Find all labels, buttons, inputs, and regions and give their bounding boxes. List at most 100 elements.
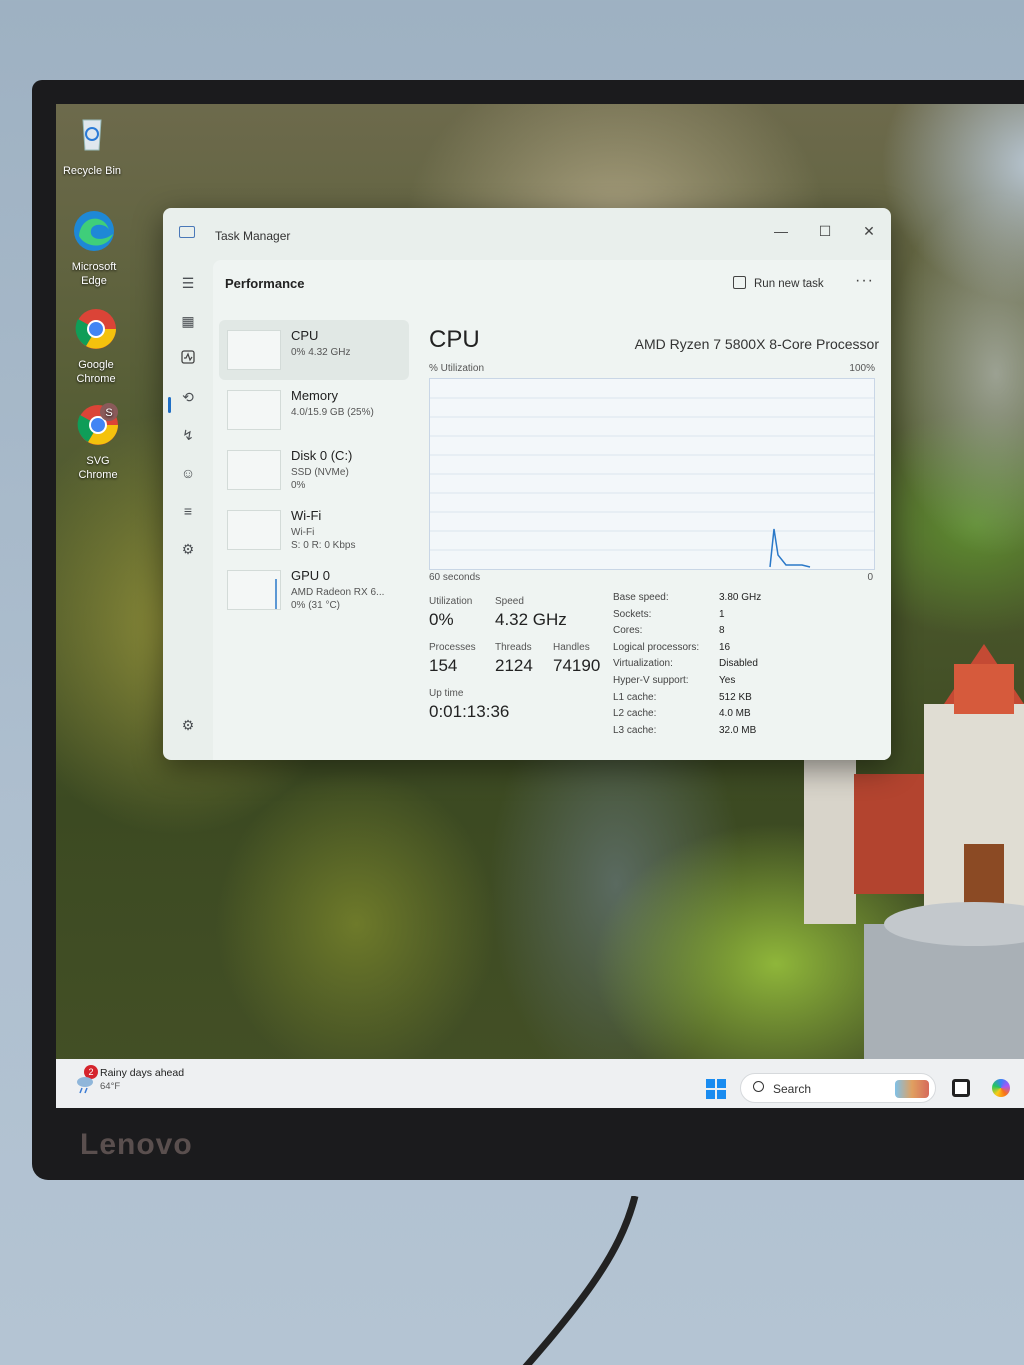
screen: Recycle Bin Microsoft Edge Google Chrome… [56, 104, 1024, 1108]
search-placeholder: Search [773, 1082, 812, 1096]
processes-value: 154 [429, 656, 458, 675]
desktop-icon-label: Microsoft Edge [71, 261, 117, 287]
device-name: Disk 0 (C:) [291, 448, 353, 463]
close-button[interactable]: ✕ [851, 218, 887, 244]
performance-panel: Performance Run new task ··· CPU 0% 4.32… [213, 260, 891, 760]
device-gpu[interactable]: GPU 0 AMD Radeon RX 6... 0% (31 °C) [219, 560, 409, 620]
spec-key: Logical processors: [613, 641, 700, 653]
device-detail: 4.0/15.9 GB (25%) [291, 407, 374, 418]
processes-label: Processes [429, 642, 476, 653]
cpu-thumbnail-graph [227, 330, 281, 370]
spec-value: 8 [719, 625, 725, 637]
start-button[interactable] [706, 1079, 726, 1099]
spec-key: Sockets: [613, 608, 652, 620]
start-logo-tile [717, 1090, 726, 1099]
spec-value: 512 KB [719, 691, 752, 703]
device-memory[interactable]: Memory 4.0/15.9 GB (25%) [219, 380, 409, 440]
desktop-icon-recycle-bin[interactable]: Recycle Bin [56, 112, 130, 178]
weather-widget[interactable]: Rainy days ahead 64°F [100, 1067, 184, 1093]
minimize-button[interactable]: — [763, 218, 799, 244]
desktop-icon-label: SVG Chrome [78, 455, 118, 481]
device-cpu[interactable]: CPU 0% 4.32 GHz [219, 320, 409, 380]
device-name: Wi-Fi [291, 508, 322, 523]
spec-key: Hyper-V support: [613, 675, 689, 686]
memory-thumbnail-graph [227, 390, 281, 430]
spec-key: Cores: [613, 625, 643, 637]
desktop-icon-edge[interactable]: Microsoft Edge [56, 208, 132, 288]
search-highlight-icon [895, 1080, 929, 1098]
taskbar-search[interactable]: Search [740, 1073, 936, 1103]
services-icon[interactable]: ⚙ [177, 538, 199, 560]
startup-apps-icon[interactable]: ↯ [177, 424, 199, 446]
run-task-icon [733, 276, 746, 289]
taskbar: 2 Rainy days ahead 64°F Search [56, 1059, 1024, 1108]
threads-value: 2124 [495, 656, 533, 675]
chrome-icon [75, 309, 116, 349]
utilization-axis-label: % Utilization [429, 363, 485, 374]
cpu-usage-line [769, 528, 811, 568]
title-bar[interactable]: Task Manager — ☐ ✕ [163, 208, 891, 254]
spec-value: 3.80 GHz [719, 592, 762, 603]
utilization-label: Utilization [429, 596, 473, 607]
cpu-model: AMD Ryzen 7 5800X 8-Core Processor [634, 336, 879, 352]
desktop-icon-label: Recycle Bin [62, 165, 122, 177]
spec-key: L1 cache: [613, 691, 657, 703]
spec-key: L3 cache: [613, 724, 657, 736]
more-options-button[interactable]: ··· [855, 272, 874, 290]
threads-label: Threads [495, 642, 532, 653]
desktop-icon-chrome[interactable]: Google Chrome [58, 306, 134, 386]
hamburger-menu-icon[interactable]: ☰ [177, 272, 199, 294]
device-name: GPU 0 [291, 568, 331, 583]
weather-text: Rainy days ahead [100, 1067, 185, 1079]
performance-icon[interactable] [177, 348, 199, 370]
app-history-icon[interactable]: ⟲ [177, 386, 199, 408]
spec-value: 4.0 MB [719, 708, 751, 720]
device-disk[interactable]: Disk 0 (C:) SSD (NVMe) 0% [219, 440, 409, 500]
spec-key: Base speed: [613, 592, 669, 603]
disk-thumbnail-graph [227, 450, 281, 490]
start-logo-tile [706, 1079, 715, 1088]
task-view-icon[interactable] [952, 1079, 970, 1097]
details-icon[interactable]: ≡ [177, 500, 199, 522]
task-manager-window: Task Manager — ☐ ✕ ☰ ▦ ⟲ ↯ ☺ ≡ ⚙ ⚙ Perfo… [163, 208, 891, 760]
profile-badge: S [105, 407, 112, 419]
wifi-thumbnail-graph [227, 510, 281, 550]
device-wifi[interactable]: Wi-Fi Wi-Fi S: 0 R: 0 Kbps [219, 500, 409, 560]
spec-value: 16 [719, 641, 731, 653]
copilot-icon[interactable] [992, 1079, 1010, 1097]
start-logo-tile [706, 1090, 715, 1099]
selected-indicator [168, 397, 171, 413]
weather-temp: 64°F [100, 1081, 121, 1092]
device-name: Memory [291, 388, 338, 403]
users-icon[interactable]: ☺ [177, 462, 199, 484]
utilization-max-label: 100% [849, 363, 875, 374]
search-icon [753, 1081, 764, 1092]
run-new-task-button[interactable]: Run new task [733, 276, 824, 290]
speed-label: Speed [495, 596, 524, 607]
utilization-value: 0% [429, 610, 454, 629]
power-cable [522, 1196, 639, 1365]
panel-header: Performance Run new task ··· [213, 260, 891, 308]
graph-min-label: 0 [867, 572, 873, 583]
cpu-title: CPU [429, 326, 480, 353]
handles-label: Handles [553, 642, 590, 653]
desktop-icon-svg-chrome[interactable]: S SVG Chrome [60, 402, 136, 482]
settings-icon[interactable]: ⚙ [177, 714, 199, 736]
chrome-profile-icon: S [77, 403, 118, 445]
edge-icon [74, 211, 114, 251]
uptime-label: Up time [429, 688, 464, 699]
processes-icon[interactable]: ▦ [177, 310, 199, 332]
device-detail: 0% 4.32 GHz [291, 347, 351, 358]
start-logo-tile [717, 1079, 726, 1088]
handles-value: 74190 [553, 656, 601, 675]
spec-value: 1 [719, 608, 725, 620]
nav-rail: ☰ ▦ ⟲ ↯ ☺ ≡ ⚙ ⚙ [163, 254, 213, 760]
weather-rain-icon [77, 1077, 93, 1094]
window-title: Task Manager [215, 229, 291, 243]
maximize-button[interactable]: ☐ [807, 218, 843, 244]
monitor-logo: Lenovo [80, 1128, 193, 1161]
gpu-thumbnail-graph [227, 570, 281, 610]
device-detail: Wi-Fi S: 0 R: 0 Kbps [291, 527, 356, 551]
spec-value: Yes [719, 675, 736, 686]
spec-key: L2 cache: [613, 708, 657, 720]
